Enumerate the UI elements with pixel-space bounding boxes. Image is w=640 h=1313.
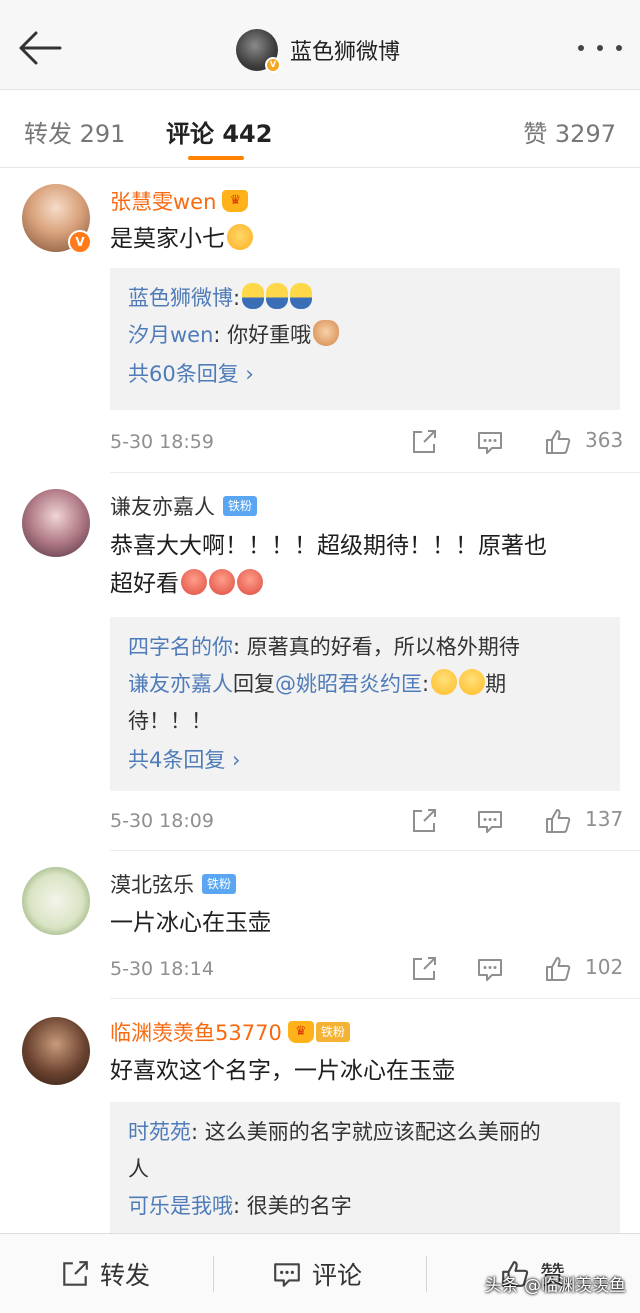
reply-line-continued: 待！！！ <box>128 709 212 733</box>
reply-author[interactable]: 可乐是我哦 <box>128 1194 233 1218</box>
comment-author[interactable]: 临渊羡羡鱼53770 ♛ 铁粉 <box>110 1017 350 1047</box>
comment-item: 谦友亦嘉人 铁粉 恭喜大大啊！！！！超级期待！！！原著也 超好看 四字名的你: … <box>0 473 640 851</box>
comment-button[interactable]: 评论 <box>272 1234 362 1313</box>
comment-item: 临渊羡羡鱼53770 ♛ 铁粉 好喜欢这个名字，一片冰心在玉壶 时苑苑: 这么美… <box>0 999 640 1233</box>
octopus-emoji-icon <box>181 569 207 595</box>
reply-line: 汐月wen: 你好重哦 <box>128 317 602 354</box>
author-name[interactable]: 谦友亦嘉人 <box>110 491 215 521</box>
thumbs-up-icon[interactable] <box>544 428 572 456</box>
repost-button[interactable]: 转发 <box>60 1234 150 1313</box>
minion-emoji-icon <box>266 283 289 309</box>
reply-author[interactable]: 时苑苑 <box>128 1120 191 1144</box>
more-options-icon[interactable] <box>578 36 622 60</box>
comment-text: 一片冰心在玉壶 <box>110 910 271 936</box>
reply-author[interactable]: 蓝色狮微博 <box>128 286 233 310</box>
comment-icon <box>274 1263 300 1287</box>
like-count: 363 <box>585 428 624 452</box>
reply-line: 蓝色狮微博: <box>128 280 602 317</box>
share-icon[interactable] <box>410 955 438 983</box>
reply-line: 可乐是我哦: 很美的名字 <box>128 1194 352 1218</box>
author-avatar[interactable]: V <box>236 29 281 73</box>
page-title: 蓝色狮微博 <box>290 40 401 65</box>
tab-bar: 转发 291 评论 442 赞 3297 <box>0 90 640 168</box>
crown-icon: ♛ <box>287 1021 314 1043</box>
top-bar: V 蓝色狮微博 <box>0 0 640 90</box>
crown-icon: ♛ <box>222 190 249 212</box>
watermark: 头条 @临渊羡羡鱼 <box>484 1276 626 1296</box>
mention-link[interactable]: @姚昭君炎约匡 <box>275 672 422 696</box>
comment-label: 评论 <box>312 1261 363 1290</box>
comment-meta: 5-30 18:09 137 <box>110 805 624 837</box>
author-name[interactable]: 漠北弦乐 <box>110 869 194 899</box>
active-tab-indicator <box>188 156 244 160</box>
timestamp: 5-30 18:59 <box>110 431 214 453</box>
comment-text: 好喜欢这个名字，一片冰心在玉壶 <box>110 1058 455 1084</box>
verified-icon: V <box>265 57 281 73</box>
reply-box[interactable]: 蓝色狮微博: 汐月wen: 你好重哦 共60条回复 › <box>110 268 620 410</box>
author-name[interactable]: 临渊羡羡鱼53770 <box>110 1017 282 1047</box>
comment-author[interactable]: 张慧雯wen ♛ <box>110 186 249 216</box>
thumbs-up-icon[interactable] <box>544 807 572 835</box>
reply-line-continued: 人 <box>128 1157 149 1181</box>
divider <box>426 1256 427 1292</box>
title-area[interactable]: V 蓝色狮微博 <box>236 28 401 73</box>
avatar[interactable] <box>22 867 90 935</box>
octopus-emoji-icon <box>209 569 235 595</box>
fan-badge: 铁粉 <box>315 1022 350 1042</box>
more-replies-link[interactable]: 共60条回复 › <box>128 354 602 394</box>
comment-meta: 5-30 18:14 102 <box>110 953 624 985</box>
reply-author[interactable]: 谦友亦嘉人 <box>128 672 233 696</box>
author-name[interactable]: 张慧雯wen <box>110 186 216 216</box>
comment-item: 漠北弦乐 铁粉 一片冰心在玉壶 5-30 18:14 102 <box>0 851 640 999</box>
repost-label: 转发 <box>100 1261 151 1290</box>
minion-emoji-icon <box>290 283 313 309</box>
octopus-emoji-icon <box>237 569 263 595</box>
grin-emoji-icon <box>459 669 486 695</box>
comment-author[interactable]: 漠北弦乐 铁粉 <box>110 869 237 899</box>
divider <box>213 1256 214 1292</box>
tab-comment[interactable]: 评论 442 <box>166 114 272 149</box>
cat-emoji-icon <box>313 320 340 346</box>
reply-author[interactable]: 四字名的你 <box>128 635 233 659</box>
avatar[interactable] <box>22 489 90 557</box>
avatar[interactable] <box>22 1017 90 1085</box>
like-count: 102 <box>585 955 624 979</box>
timestamp: 5-30 18:14 <box>110 958 214 980</box>
thumbs-up-icon[interactable] <box>544 955 572 983</box>
reply-box[interactable]: 四字名的你: 原著真的好看，所以格外期待 谦友亦嘉人回复@姚昭君炎约匡: 期 待！… <box>110 617 620 791</box>
grin-emoji-icon <box>431 669 458 695</box>
fan-badge: 铁粉 <box>202 874 237 894</box>
share-icon[interactable] <box>410 428 438 456</box>
tab-repost[interactable]: 转发 291 <box>24 114 125 149</box>
reply-icon[interactable] <box>476 807 504 835</box>
back-arrow-icon[interactable] <box>16 28 64 68</box>
reply-line: 时苑苑: 这么美丽的名字就应该配这么美丽的 <box>128 1120 541 1144</box>
comment-item: V 张慧雯wen ♛ 是莫家小七 蓝色狮微博: 汐月wen: 你好重哦 共60条… <box>0 168 640 473</box>
share-icon[interactable] <box>410 807 438 835</box>
reply-author[interactable]: 汐月wen <box>128 323 213 347</box>
more-replies-link[interactable]: 共4条回复 › <box>128 740 602 780</box>
tab-like[interactable]: 赞 3297 <box>523 114 616 149</box>
avatar[interactable]: V <box>22 184 92 254</box>
comment-meta: 5-30 18:59 363 <box>110 426 624 458</box>
reply-line: 谦友亦嘉人回复@姚昭君炎约匡: 期 <box>128 666 602 703</box>
timestamp: 5-30 18:09 <box>110 810 214 832</box>
reply-icon[interactable] <box>476 428 504 456</box>
reply-box[interactable]: 时苑苑: 这么美丽的名字就应该配这么美丽的 人 可乐是我哦: 很美的名字 <box>110 1102 620 1233</box>
shy-emoji-icon <box>227 224 253 250</box>
like-count: 137 <box>585 807 624 831</box>
reply-icon[interactable] <box>476 955 504 983</box>
comment-author[interactable]: 谦友亦嘉人 铁粉 <box>110 491 258 521</box>
repost-icon <box>63 1261 88 1286</box>
minion-emoji-icon <box>242 283 265 309</box>
reply-line: 四字名的你: 原著真的好看，所以格外期待 <box>128 635 520 659</box>
comment-text: 恭喜大大啊！！！！超级期待！！！原著也 超好看 <box>110 533 547 597</box>
comment-text: 是莫家小七 <box>110 220 620 258</box>
verified-icon: V <box>68 230 92 254</box>
fan-badge: 铁粉 <box>223 496 258 516</box>
